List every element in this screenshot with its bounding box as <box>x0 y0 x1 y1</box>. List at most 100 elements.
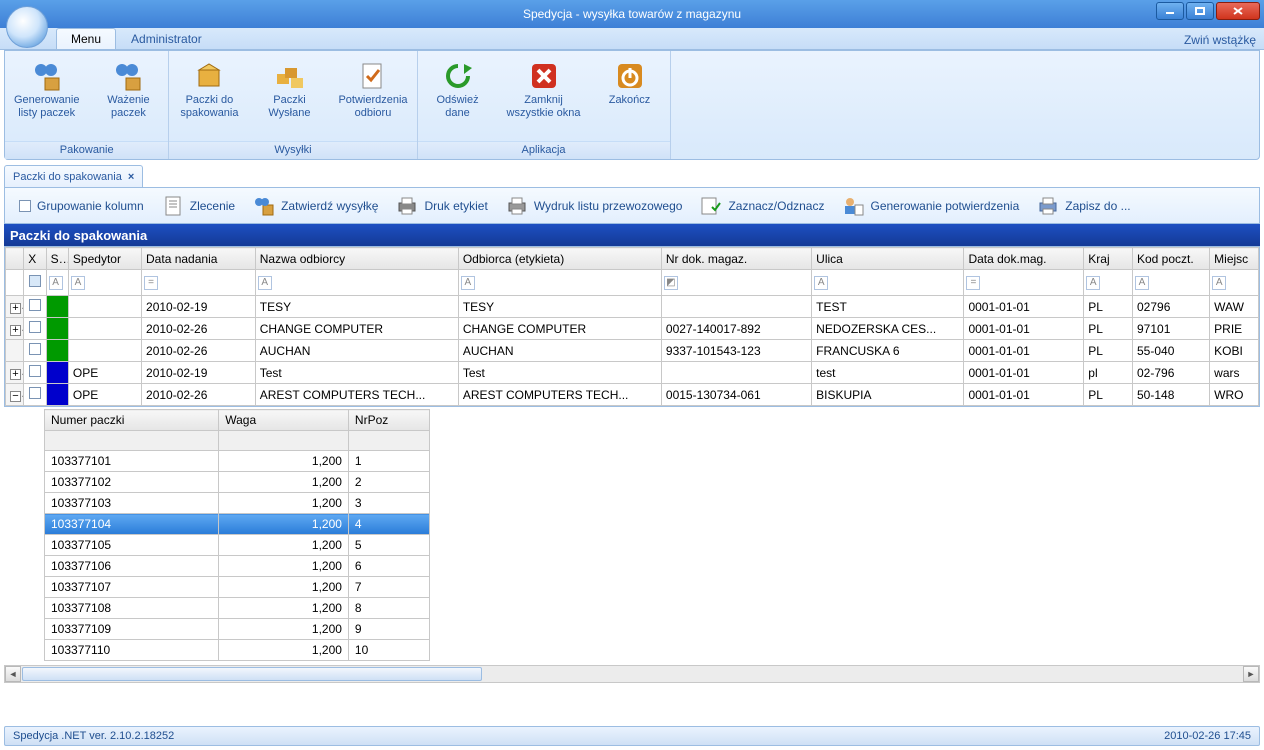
scroll-left-button[interactable]: ◄ <box>5 666 21 682</box>
filter-op[interactable]: A <box>1086 276 1100 290</box>
label-printer-icon <box>396 195 418 217</box>
row-checkbox[interactable] <box>29 343 41 355</box>
sub-row[interactable]: 1033771021,2002 <box>45 472 430 493</box>
expand-toggle[interactable]: − <box>10 391 21 402</box>
expand-toggle[interactable]: + <box>10 369 21 380</box>
gen-listy-button[interactable]: Generowanielisty paczek <box>7 55 86 139</box>
sub-row[interactable]: 1033771081,2008 <box>45 598 430 619</box>
col-odbiorca[interactable]: Odbiorca (etykieta) <box>458 248 661 270</box>
person-doc-icon <box>842 195 864 217</box>
potw-odb-button[interactable]: Potwierdzeniaodbioru <box>331 55 414 139</box>
col-kod[interactable]: Kod poczt. <box>1133 248 1210 270</box>
people-box-icon <box>253 195 275 217</box>
filter-op[interactable]: A <box>814 276 828 290</box>
filter-input-miejsc[interactable] <box>1226 274 1250 292</box>
table-row[interactable]: −OPE2010-02-26AREST COMPUTERS TECH...ARE… <box>6 384 1259 406</box>
horizontal-scrollbar[interactable]: ◄ ► <box>4 665 1260 683</box>
sub-row[interactable]: 1033771051,2005 <box>45 535 430 556</box>
zamknij-okna-button[interactable]: Zamknijwszystkie okna <box>500 55 588 139</box>
druk-etykiet-button[interactable]: Druk etykiet <box>390 191 493 221</box>
col-nrdok[interactable]: Nr dok. magaz. <box>661 248 811 270</box>
filter-op[interactable]: A <box>71 276 85 290</box>
filter-op[interactable]: A <box>461 276 475 290</box>
filter-check[interactable] <box>29 275 41 287</box>
checkbox-icon[interactable] <box>19 200 31 212</box>
paczki-spak-button[interactable]: Paczki dospakowania <box>171 55 247 139</box>
group-columns-toggle[interactable]: Grupowanie kolumn <box>13 195 150 217</box>
col-kraj[interactable]: Kraj <box>1084 248 1133 270</box>
sub-row[interactable]: 1033771011,2001 <box>45 451 430 472</box>
odswiez-button[interactable]: Odświeżdane <box>420 55 496 139</box>
zakoncz-icon <box>614 60 646 92</box>
collapse-ribbon-link[interactable]: Zwiń wstążkę <box>1184 33 1256 49</box>
filter-op[interactable]: A <box>1135 276 1149 290</box>
group-label: Wysyłki <box>169 141 416 159</box>
filter-input-odbiorca[interactable] <box>475 274 653 292</box>
ribbon-tabs: MenuAdministrator Zwiń wstążkę <box>0 28 1264 50</box>
row-checkbox[interactable] <box>29 321 41 333</box>
col-x[interactable]: X <box>24 248 46 270</box>
sub-row[interactable]: 1033771071,2007 <box>45 577 430 598</box>
close-button[interactable] <box>1216 2 1260 20</box>
filter-input-kod[interactable] <box>1149 274 1201 292</box>
row-checkbox[interactable] <box>29 299 41 311</box>
filter-op[interactable]: A <box>1212 276 1226 290</box>
gen-potwierdzenia-button[interactable]: Generowanie potwierdzenia <box>836 191 1025 221</box>
filter-input-data_nad[interactable] <box>158 274 247 292</box>
sub-row[interactable]: 1033771061,2006 <box>45 556 430 577</box>
sub-row[interactable]: 1033771101,20010 <box>45 640 430 661</box>
table-row[interactable]: +OPE2010-02-19TestTesttest0001-01-01pl02… <box>6 362 1259 384</box>
table-row[interactable]: +2010-02-26CHANGE COMPUTERCHANGE COMPUTE… <box>6 318 1259 340</box>
wazenie-button[interactable]: Ważeniepaczek <box>90 55 166 139</box>
filter-input-nrdok[interactable] <box>678 274 803 292</box>
col-miejsc[interactable]: Miejsc <box>1210 248 1259 270</box>
filter-op[interactable]: A <box>49 276 63 290</box>
filter-op[interactable]: ◩ <box>664 276 678 290</box>
subcol-numer[interactable]: Numer paczki <box>45 410 219 431</box>
maximize-button[interactable] <box>1186 2 1214 20</box>
zatwierdz-button[interactable]: Zatwierdź wysyłkę <box>247 191 384 221</box>
expand-toggle[interactable]: + <box>10 303 21 314</box>
row-checkbox[interactable] <box>29 365 41 377</box>
row-checkbox[interactable] <box>29 387 41 399</box>
scroll-right-button[interactable]: ► <box>1243 666 1259 682</box>
zapisz-button[interactable]: Zapisz do ... <box>1031 191 1136 221</box>
filter-op[interactable]: = <box>966 276 980 290</box>
col-nazwa[interactable]: Nazwa odbiorcy <box>255 248 458 270</box>
col-datamag[interactable]: Data dok.mag. <box>964 248 1084 270</box>
wydruk-listu-button[interactable]: Wydruk listu przewozowego <box>500 191 689 221</box>
filter-input-kraj[interactable] <box>1100 274 1124 292</box>
sub-row[interactable]: 1033771031,2003 <box>45 493 430 514</box>
close-tab-icon[interactable]: × <box>128 171 134 183</box>
zakoncz-button[interactable]: Zakończ <box>592 55 668 139</box>
sub-row[interactable]: 1033771091,2009 <box>45 619 430 640</box>
subcol-waga[interactable]: Waga <box>219 410 349 431</box>
sub-row[interactable]: 1033771041,2004 <box>45 514 430 535</box>
zlecenie-button[interactable]: Zlecenie <box>156 191 241 221</box>
document-tab[interactable]: Paczki do spakowania × <box>4 165 143 187</box>
filter-input-nazwa[interactable] <box>272 274 450 292</box>
ribbon-tab-menu[interactable]: Menu <box>56 28 116 49</box>
filter-input-datamag[interactable] <box>980 274 1075 292</box>
expand-toggle[interactable]: + <box>10 325 21 336</box>
subcol-nrpoz[interactable]: NrPoz <box>348 410 429 431</box>
table-row[interactable]: +2010-02-19TESYTESYTEST0001-01-01PL02796… <box>6 296 1259 318</box>
paczki-wysl-button[interactable]: PaczkiWysłane <box>251 55 327 139</box>
status-swatch <box>47 384 68 405</box>
status-swatch <box>47 318 68 339</box>
col-st[interactable]: ST <box>46 248 68 270</box>
ribbon-tab-administrator[interactable]: Administrator <box>116 28 217 49</box>
filter-input-ulica[interactable] <box>828 274 955 292</box>
scroll-thumb[interactable] <box>22 667 482 681</box>
filter-input-spedytor[interactable] <box>85 274 133 292</box>
table-row[interactable]: 2010-02-26AUCHANAUCHAN9337-101543-123FRA… <box>6 340 1259 362</box>
minimize-button[interactable] <box>1156 2 1184 20</box>
filter-op[interactable]: A <box>258 276 272 290</box>
app-orb[interactable] <box>6 6 48 48</box>
potw-odb-icon <box>357 60 389 92</box>
col-ulica[interactable]: Ulica <box>812 248 964 270</box>
zaznacz-button[interactable]: Zaznacz/Odznacz <box>694 191 830 221</box>
col-spedytor[interactable]: Spedytor <box>68 248 141 270</box>
filter-op[interactable]: = <box>144 276 158 290</box>
col-data_nad[interactable]: Data nadania <box>142 248 256 270</box>
